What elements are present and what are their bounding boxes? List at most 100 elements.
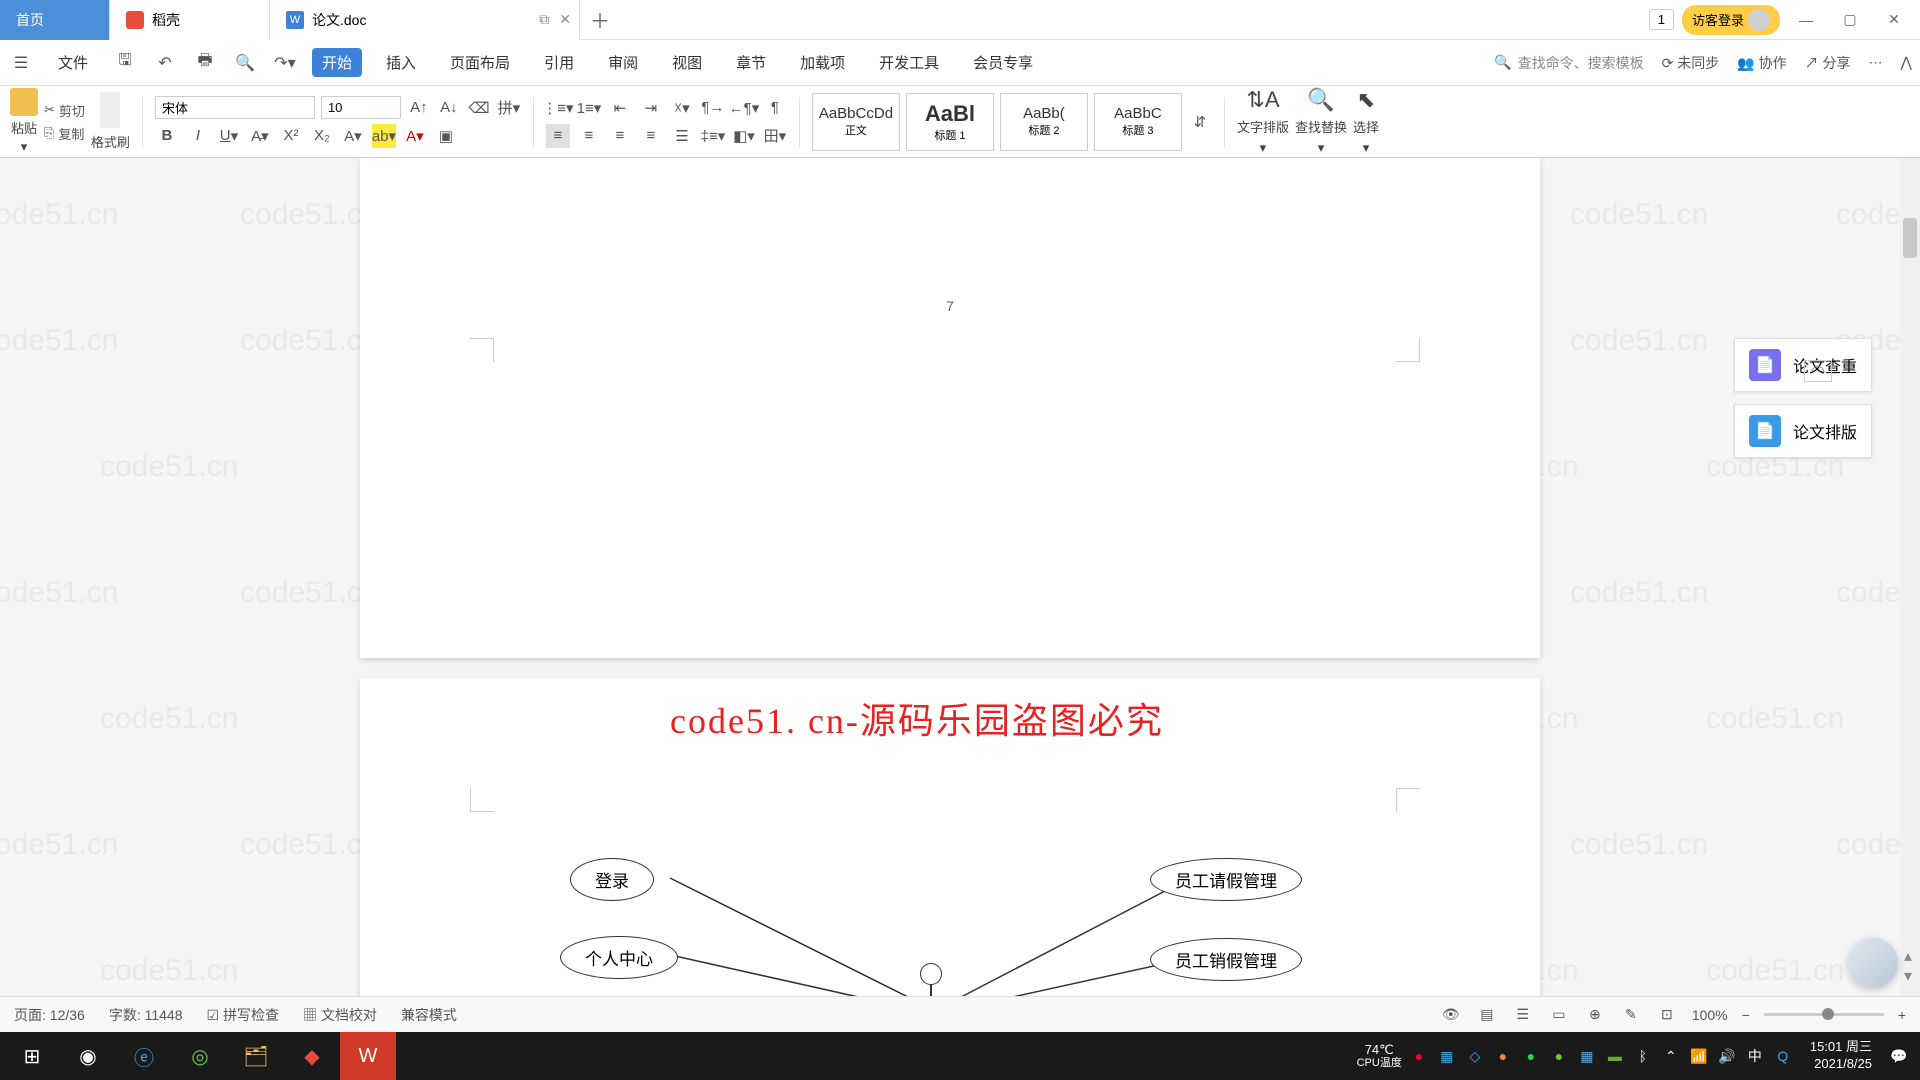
new-tab-button[interactable]: ＋ bbox=[580, 0, 620, 40]
app-icon[interactable]: ◆ bbox=[284, 1032, 340, 1080]
eye-icon[interactable]: 👁 bbox=[1440, 1004, 1462, 1026]
chapter-menu[interactable]: 章节 bbox=[726, 48, 776, 77]
browser-icon[interactable]: ◎ bbox=[172, 1032, 228, 1080]
addins-menu[interactable]: 加载项 bbox=[790, 48, 855, 77]
search-box[interactable]: 🔍 查找命令、搜索模板 bbox=[1494, 53, 1643, 73]
align-right-icon[interactable]: ≡ bbox=[608, 124, 632, 148]
close-button[interactable]: ✕ bbox=[1876, 2, 1912, 38]
tray-icon-6[interactable]: ● bbox=[1548, 1045, 1570, 1067]
notification-badge[interactable]: 1 bbox=[1649, 9, 1674, 30]
save-icon[interactable]: 🖫 bbox=[112, 50, 138, 76]
document-canvas[interactable]: code51.cn code51.cn code51.cn code51.cn … bbox=[0, 158, 1900, 1032]
grow-font-icon[interactable]: A↑ bbox=[407, 96, 431, 120]
assistant-bubble[interactable] bbox=[1848, 938, 1898, 988]
align-center-icon[interactable]: ≡ bbox=[577, 124, 601, 148]
format-brush-button[interactable]: 格式刷 bbox=[91, 92, 130, 151]
insert-menu[interactable]: 插入 bbox=[376, 48, 426, 77]
highlight-button[interactable]: ab▾ bbox=[372, 124, 396, 148]
copy-button[interactable]: ⎘ 复制 bbox=[44, 124, 85, 143]
tray-icon-8[interactable]: ▬ bbox=[1604, 1045, 1626, 1067]
zoom-in-button[interactable]: + bbox=[1898, 1007, 1906, 1023]
spell-check[interactable]: ☑ 拼写检查 bbox=[207, 1005, 279, 1025]
wps-icon[interactable]: W bbox=[340, 1032, 396, 1080]
scroll-up-icon[interactable]: ▴ bbox=[1904, 946, 1912, 966]
redo-dropdown-icon[interactable]: ↷▾ bbox=[272, 50, 298, 76]
rtl-icon[interactable]: ←¶▾ bbox=[732, 96, 756, 120]
start-menu[interactable]: 开始 bbox=[312, 48, 362, 77]
style-h1[interactable]: AaBl标题 1 bbox=[906, 93, 994, 151]
style-normal[interactable]: AaBbCcDd正文 bbox=[812, 93, 900, 151]
superscript-button[interactable]: X² bbox=[279, 124, 303, 148]
ref-menu[interactable]: 引用 bbox=[534, 48, 584, 77]
ie-icon[interactable]: ⓔ bbox=[116, 1032, 172, 1080]
tab-home[interactable]: 首页 bbox=[0, 0, 110, 40]
subscript-button[interactable]: X₂ bbox=[310, 124, 334, 148]
style-h2[interactable]: AaBb(标题 2 bbox=[1000, 93, 1088, 151]
distribute-icon[interactable]: ☰ bbox=[670, 124, 694, 148]
line-spacing-icon[interactable]: ‡≡▾ bbox=[701, 124, 725, 148]
bluetooth-icon[interactable]: ᛒ bbox=[1632, 1045, 1654, 1067]
indent-icon[interactable]: ⇥ bbox=[639, 96, 663, 120]
zoom-slider[interactable] bbox=[1764, 1013, 1884, 1016]
review-menu[interactable]: 审阅 bbox=[598, 48, 648, 77]
font-select[interactable] bbox=[155, 96, 315, 119]
tab-docker[interactable]: 稻壳 bbox=[110, 0, 270, 40]
word-count[interactable]: 字数: 11448 bbox=[109, 1005, 183, 1025]
size-select[interactable] bbox=[321, 96, 401, 119]
page-indicator[interactable]: 页面: 12/36 bbox=[14, 1005, 85, 1025]
cpu-temp-widget[interactable]: 74℃ CPU温度 bbox=[1357, 1042, 1402, 1071]
vertical-scrollbar[interactable]: ▴ ▾ bbox=[1900, 158, 1920, 996]
tray-icon-7[interactable]: ▦ bbox=[1576, 1045, 1598, 1067]
zoom-label[interactable]: 100% bbox=[1692, 1007, 1728, 1023]
align-left-icon[interactable]: ≡ bbox=[546, 124, 570, 148]
outline-view-icon[interactable]: ☰ bbox=[1512, 1004, 1534, 1026]
tray-icon-4[interactable]: ● bbox=[1492, 1045, 1514, 1067]
scroll-thumb[interactable] bbox=[1903, 218, 1917, 258]
cut-button[interactable]: ✂ 剪切 bbox=[44, 101, 85, 120]
tab-close-icon[interactable]: ✕ bbox=[559, 11, 571, 28]
layout-menu[interactable]: 页面布局 bbox=[440, 48, 520, 77]
preview-icon[interactable]: 🔍 bbox=[232, 50, 258, 76]
tab-window-icon[interactable]: ⧉ bbox=[539, 11, 549, 28]
member-menu[interactable]: 会员专享 bbox=[963, 48, 1043, 77]
tray-icon-3[interactable]: ◇ bbox=[1464, 1045, 1486, 1067]
bold-button[interactable]: B bbox=[155, 124, 179, 148]
ltr-icon[interactable]: ¶→ bbox=[701, 96, 725, 120]
paste-button[interactable]: 粘贴▾ bbox=[10, 88, 38, 155]
collapse-ribbon-icon[interactable]: ⋀ bbox=[1901, 54, 1912, 71]
undo-icon[interactable]: ↶ bbox=[152, 50, 178, 76]
styles-more-icon[interactable]: ⇵ bbox=[1188, 110, 1212, 134]
style-h3[interactable]: AaBbC标题 3 bbox=[1094, 93, 1182, 151]
tray-icon-q[interactable]: Q bbox=[1772, 1045, 1794, 1067]
wifi-icon[interactable]: 📶 bbox=[1688, 1045, 1710, 1067]
text-direction-button[interactable]: ⇅A文字排版▾ bbox=[1237, 87, 1289, 156]
tab-document[interactable]: W 论文.doc ⧉ ✕ bbox=[270, 0, 580, 40]
strike-button[interactable]: A̵▾ bbox=[248, 124, 272, 148]
tray-icon-5[interactable]: ● bbox=[1520, 1045, 1542, 1067]
more-icon[interactable]: ⋯ bbox=[1869, 54, 1883, 71]
collab-button[interactable]: 👥 协作 bbox=[1737, 53, 1786, 73]
proof-read[interactable]: ▦ 文档校对 bbox=[303, 1005, 377, 1025]
text-effect-icon[interactable]: A▾ bbox=[341, 124, 365, 148]
dev-menu[interactable]: 开发工具 bbox=[869, 48, 949, 77]
annotate-icon[interactable]: ✎ bbox=[1620, 1004, 1642, 1026]
zoom-out-button[interactable]: − bbox=[1742, 1007, 1750, 1023]
outdent-icon[interactable]: ⇤ bbox=[608, 96, 632, 120]
collapse-panel-icon[interactable]: ◠ bbox=[1804, 360, 1832, 382]
numbering-icon[interactable]: 1≡▾ bbox=[577, 96, 601, 120]
explorer-icon[interactable]: 🗂 bbox=[228, 1032, 284, 1080]
fit-width-icon[interactable]: ⊡ bbox=[1656, 1004, 1678, 1026]
ime-indicator[interactable]: 中 bbox=[1744, 1045, 1766, 1067]
file-menu[interactable]: 文件 bbox=[48, 48, 98, 77]
paper-format-button[interactable]: 📄论文排版 bbox=[1734, 404, 1872, 458]
shading-icon[interactable]: ◧▾ bbox=[732, 124, 756, 148]
maximize-button[interactable]: ▢ bbox=[1832, 2, 1868, 38]
tray-icon-1[interactable]: ● bbox=[1408, 1045, 1430, 1067]
scroll-down-icon[interactable]: ▾ bbox=[1904, 966, 1912, 986]
tray-up-icon[interactable]: ⌃ bbox=[1660, 1045, 1682, 1067]
minimize-button[interactable]: — bbox=[1788, 2, 1824, 38]
print-icon[interactable]: 🖶 bbox=[192, 50, 218, 76]
login-button[interactable]: 访客登录 bbox=[1682, 5, 1780, 35]
start-button[interactable]: ⊞ bbox=[4, 1032, 60, 1080]
volume-icon[interactable]: 🔊 bbox=[1716, 1045, 1738, 1067]
